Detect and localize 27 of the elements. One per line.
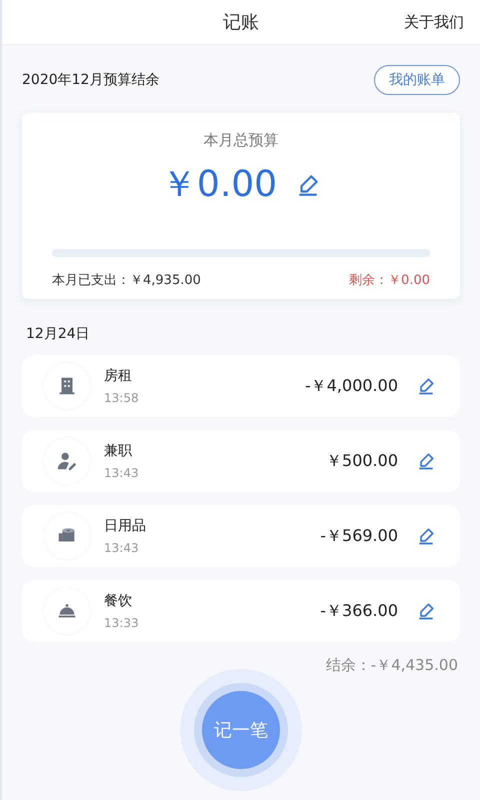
my-bills-button[interactable]: 我的账单 [374,65,460,95]
page-title: 记账 [223,11,259,34]
entry-time: 13:43 [104,466,140,480]
entry-time: 13:58 [104,391,140,405]
entry-name: 房租 [104,367,133,385]
entry-card[interactable]: 餐饮 13:33 -￥366.00 [22,580,460,642]
spent-total: 本月已支出：￥4,935.00 [52,272,201,289]
entry-amount: ￥500.00 [326,450,398,472]
entry-amount: -￥4,000.00 [304,376,398,396]
entry-name: 日用品 [104,517,147,535]
section-title: 2020年12月预算结余 [22,71,160,89]
person-pen-icon [56,450,78,472]
budget-amount: ￥0.00 [160,163,278,207]
date-heading: 12月24日 [25,325,91,344]
entry-time: 13:43 [104,541,140,555]
entry-card[interactable]: 兼职 13:43 ￥500.00 [22,430,460,492]
about-link[interactable]: 关于我们 [404,12,464,32]
entry-name: 兼职 [104,442,133,460]
remaining-amount: 剩余：￥0.00 [349,272,430,289]
entry-name: 餐饮 [104,592,133,610]
entry-amount: -￥569.00 [320,526,398,546]
entry-time: 13:33 [104,616,140,630]
entry-amount: -￥366.00 [320,600,398,622]
entry-card[interactable]: 日用品 13:43 -￥569.00 [22,505,460,567]
entry-card[interactable]: 房租 13:58 -￥4,000.00 [22,355,460,417]
budget-label: 本月总预算 [204,131,278,150]
balance-total: 结余：-￥4,435.00 [324,655,459,675]
